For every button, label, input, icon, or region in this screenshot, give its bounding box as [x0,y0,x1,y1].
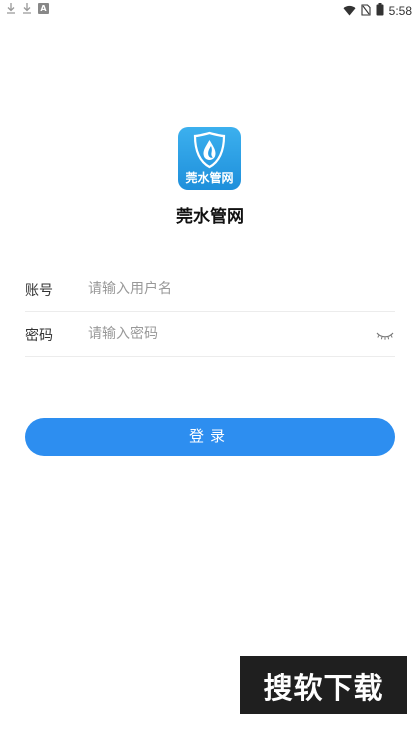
username-input[interactable] [88,275,368,303]
status-time: 5:58 [388,3,412,18]
eye-closed-icon[interactable] [376,327,394,340]
login-button[interactable]: 登录 [25,418,395,456]
wifi-icon [343,1,356,20]
battery-icon [376,1,384,20]
username-label: 账号 [25,283,53,299]
app-title: 莞水管网 [176,207,244,227]
password-label: 密码 [25,328,53,344]
water-drop-shield-icon [193,131,226,169]
status-bar: A 5:58 [0,0,420,18]
app-logo: 莞水管网 [178,127,241,190]
password-row: 密码 [25,312,395,357]
username-row: 账号 [25,267,395,312]
watermark-text: 搜软下载 [263,671,384,705]
download-icon [22,2,32,14]
status-notifications: A [6,2,49,14]
logo-text: 莞水管网 [185,171,234,185]
watermark: 搜软下载 [240,656,407,714]
status-system: 5:58 [343,1,412,20]
no-sim-icon [361,1,371,20]
a-badge-icon: A [38,2,49,14]
download-icon [6,2,16,14]
password-input[interactable] [88,320,368,348]
